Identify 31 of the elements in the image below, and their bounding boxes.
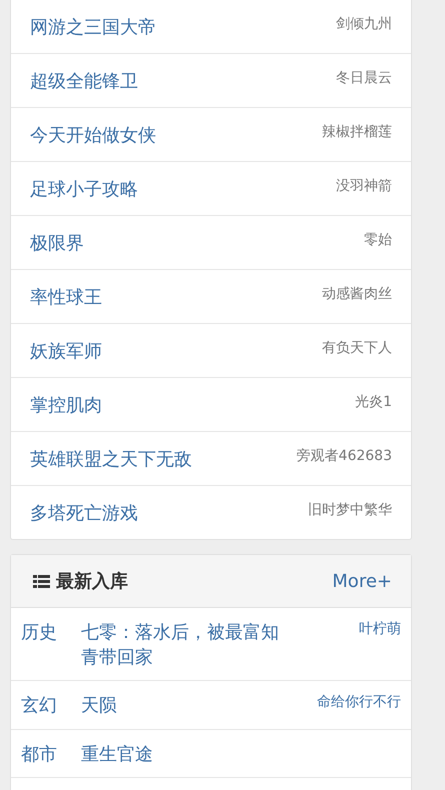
author-name: 剑倾九州 [336,15,392,34]
book-title-link[interactable]: 网游之三国大帝 [30,15,156,53]
author-name: 光炎1 [355,393,392,412]
author-name: 旁观者462683 [296,447,392,466]
book-title-link[interactable]: 天陨 [81,693,291,719]
book-title-link[interactable]: 英雄联盟之天下无敌 [30,447,192,485]
book-title-link[interactable]: 掌控肌肉 [30,393,102,431]
book-title-link[interactable]: 足球小子攻略 [30,177,138,215]
book-title-link[interactable]: 率性球王 [30,285,102,323]
author-name: 冬日晨云 [336,69,392,88]
category-link[interactable]: 玄幻 [21,693,81,719]
book-title-link[interactable]: 妖族军师 [30,339,102,377]
panel-title: 最新入库 [56,570,128,593]
author-name: 有负天下人 [322,339,392,358]
book-title-link[interactable]: 多塔死亡游戏 [30,501,138,539]
author-link[interactable]: 叶柠萌 [359,620,401,670]
book-title-link[interactable]: 今天开始做女侠 [30,123,156,161]
category-link[interactable]: 都市 [21,742,81,767]
author-link[interactable]: 命给你行不行 [317,693,401,719]
author-name: 动感酱肉丝 [322,285,392,304]
more-link[interactable]: More+ [332,570,392,592]
author-name: 辣椒拌榴莲 [322,123,392,142]
book-title-link[interactable]: 极限界 [30,231,84,269]
category-link[interactable]: 历史 [21,620,81,670]
author-name: 没羽神箭 [336,177,392,196]
book-title-link[interactable]: 七零：落水后，被最富知青带回家 [81,620,291,670]
list-icon [33,574,50,588]
author-name: 零始 [364,231,392,250]
author-name: 旧时梦中繁华 [308,501,392,520]
book-title-link[interactable]: 重生官途 [81,742,291,767]
book-title-link[interactable]: 超级全能锋卫 [30,69,138,107]
